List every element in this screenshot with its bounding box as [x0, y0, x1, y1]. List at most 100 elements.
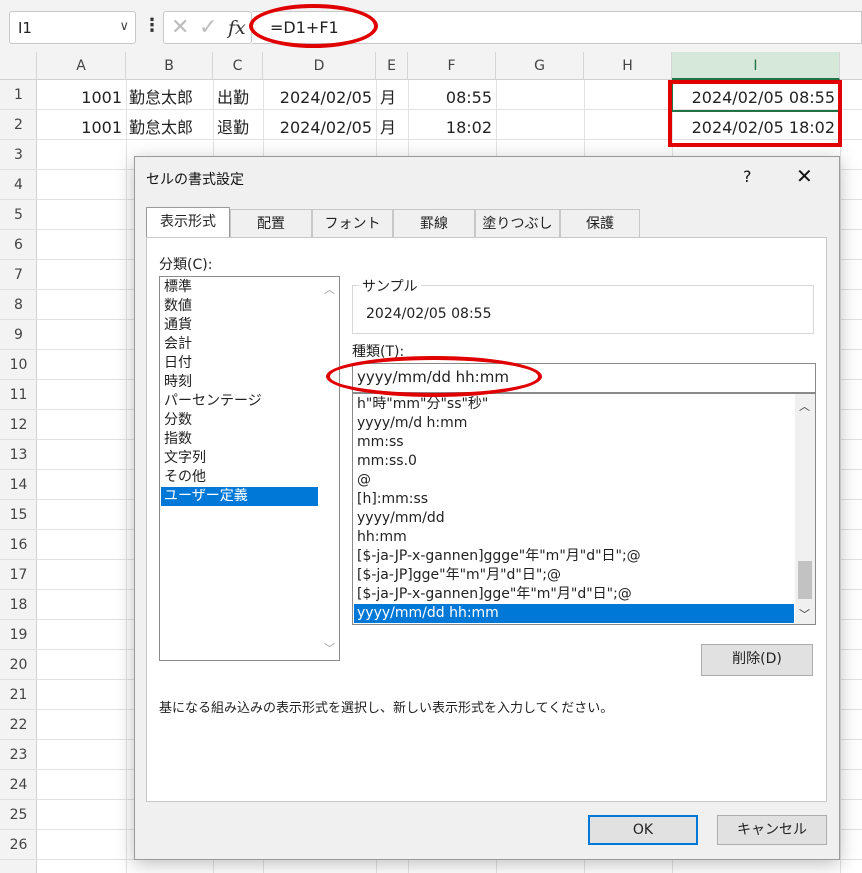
- row-header-20[interactable]: 20: [0, 650, 37, 680]
- name-box[interactable]: I1 ∨: [9, 11, 136, 44]
- row-header-22[interactable]: 22: [0, 710, 37, 740]
- format-item[interactable]: hh:mm: [357, 528, 407, 547]
- category-item[interactable]: 会計: [164, 335, 192, 354]
- row-header-25[interactable]: 25: [0, 800, 37, 830]
- row-header-4[interactable]: 4: [0, 170, 37, 200]
- row-header-1[interactable]: 1: [0, 80, 37, 110]
- row-header-9[interactable]: 9: [0, 320, 37, 350]
- cell-a1[interactable]: 1001: [37, 83, 122, 113]
- format-item[interactable]: mm:ss.0: [357, 452, 417, 471]
- format-item-selected[interactable]: yyyy/mm/dd hh:mm: [354, 604, 794, 623]
- category-item[interactable]: 指数: [164, 430, 192, 449]
- cell-d2[interactable]: 2024/02/05: [263, 113, 372, 143]
- format-item[interactable]: [$-ja-JP]gge"年"m"月"d"日";@: [357, 566, 561, 585]
- category-item-selected[interactable]: ユーザー定義: [161, 487, 318, 506]
- category-scrollbar[interactable]: ︿ ﹀: [321, 277, 339, 660]
- check-icon[interactable]: ✓: [199, 15, 217, 40]
- category-item[interactable]: 日付: [164, 354, 192, 373]
- format-item[interactable]: yyyy/m/d h:mm: [357, 414, 467, 433]
- category-item[interactable]: パーセンテージ: [164, 392, 262, 411]
- row-header-14[interactable]: 14: [0, 470, 37, 500]
- format-item[interactable]: h"時"mm"分"ss"秒": [357, 395, 488, 414]
- cell-b2[interactable]: 勤怠太郎: [129, 113, 193, 143]
- row-header-5[interactable]: 5: [0, 200, 37, 230]
- row-header-26[interactable]: 26: [0, 830, 37, 860]
- column-header-d[interactable]: D: [263, 52, 376, 80]
- scroll-up-icon[interactable]: ︿: [799, 398, 810, 414]
- category-item[interactable]: 標準: [164, 278, 192, 297]
- row-header-16[interactable]: 16: [0, 530, 37, 560]
- row-header-6[interactable]: 6: [0, 230, 37, 260]
- ok-button[interactable]: OK: [588, 815, 698, 845]
- row-header-2[interactable]: 2: [0, 110, 37, 140]
- cell-e2[interactable]: 月: [380, 113, 396, 143]
- column-header-i[interactable]: I: [672, 52, 840, 80]
- format-item[interactable]: mm:ss: [357, 433, 404, 452]
- format-scrollbar[interactable]: ︿ ﹀: [795, 394, 815, 624]
- column-header-e[interactable]: E: [376, 52, 408, 80]
- scroll-down-icon[interactable]: ﹀: [799, 606, 810, 622]
- format-item[interactable]: @: [357, 471, 371, 490]
- more-options-icon[interactable]: ⋮: [143, 14, 161, 38]
- row-header-13[interactable]: 13: [0, 440, 37, 470]
- category-list[interactable]: 標準 数値 通貨 会計 日付 時刻 パーセンテージ 分数 指数 文字列 その他 …: [159, 276, 340, 661]
- column-header-b[interactable]: B: [126, 52, 213, 80]
- row-header-21[interactable]: 21: [0, 680, 37, 710]
- format-item[interactable]: [h]:mm:ss: [357, 490, 428, 509]
- row-header-11[interactable]: 11: [0, 380, 37, 410]
- number-format-panel: 分類(C): 標準 数値 通貨 会計 日付 時刻 パーセンテージ 分数 指数 文…: [146, 237, 827, 802]
- row-header-10[interactable]: 10: [0, 350, 37, 380]
- tab-border[interactable]: 罫線: [393, 209, 475, 237]
- row-header-23[interactable]: 23: [0, 740, 37, 770]
- category-item[interactable]: その他: [164, 468, 206, 487]
- tab-alignment[interactable]: 配置: [230, 209, 312, 237]
- scroll-down-icon[interactable]: ﹀: [324, 640, 335, 656]
- column-header-f[interactable]: F: [408, 52, 496, 80]
- cell-e1[interactable]: 月: [380, 83, 396, 113]
- column-header-h[interactable]: H: [584, 52, 672, 80]
- category-item[interactable]: 時刻: [164, 373, 192, 392]
- row-header-3[interactable]: 3: [0, 140, 37, 170]
- delete-button[interactable]: 削除(D): [701, 644, 813, 676]
- row-header-12[interactable]: 12: [0, 410, 37, 440]
- cell-f2[interactable]: 18:02: [408, 113, 492, 143]
- annotation-formula-circle: [249, 4, 378, 48]
- row-header-8[interactable]: 8: [0, 290, 37, 320]
- close-icon[interactable]: ✕: [796, 164, 813, 188]
- cell-d1[interactable]: 2024/02/05: [263, 83, 372, 113]
- scrollbar-thumb[interactable]: [798, 561, 812, 599]
- cell-f1[interactable]: 08:55: [408, 83, 492, 113]
- row-header-15[interactable]: 15: [0, 500, 37, 530]
- column-header-a[interactable]: A: [37, 52, 126, 80]
- scroll-up-icon[interactable]: ︿: [324, 281, 335, 297]
- format-item[interactable]: [$-ja-JP-x-gannen]ggge"年"m"月"d"日";@: [357, 547, 641, 566]
- insert-function-icon[interactable]: fx: [228, 17, 246, 39]
- chevron-down-icon[interactable]: ∨: [119, 19, 129, 34]
- cell-a2[interactable]: 1001: [37, 113, 122, 143]
- tab-protection[interactable]: 保護: [560, 209, 640, 237]
- format-list[interactable]: h"時"mm"分"ss"秒" yyyy/m/d h:mm mm:ss mm:ss…: [352, 393, 816, 625]
- cell-b1[interactable]: 勤怠太郎: [129, 83, 193, 113]
- row-header-18[interactable]: 18: [0, 590, 37, 620]
- select-all-corner[interactable]: [0, 52, 37, 80]
- tab-font[interactable]: フォント: [312, 209, 393, 237]
- row-header-19[interactable]: 19: [0, 620, 37, 650]
- format-item[interactable]: [$-ja-JP-x-gannen]gge"年"m"月"d"日";@: [357, 585, 632, 604]
- category-item[interactable]: 通貨: [164, 316, 192, 335]
- row-header-24[interactable]: 24: [0, 770, 37, 800]
- category-item[interactable]: 文字列: [164, 449, 206, 468]
- cancel-button[interactable]: キャンセル: [717, 815, 827, 845]
- cancel-icon[interactable]: ✕: [171, 15, 189, 40]
- cell-c1[interactable]: 出勤: [217, 83, 249, 113]
- format-item[interactable]: yyyy/mm/dd: [357, 509, 445, 528]
- tab-number[interactable]: 表示形式: [146, 207, 230, 237]
- row-header-7[interactable]: 7: [0, 260, 37, 290]
- help-icon[interactable]: ?: [743, 167, 752, 186]
- row-header-17[interactable]: 17: [0, 560, 37, 590]
- column-header-c[interactable]: C: [213, 52, 263, 80]
- column-header-g[interactable]: G: [496, 52, 584, 80]
- category-item[interactable]: 数値: [164, 297, 192, 316]
- category-item[interactable]: 分数: [164, 411, 192, 430]
- cell-c2[interactable]: 退勤: [217, 113, 249, 143]
- tab-fill[interactable]: 塗りつぶし: [475, 209, 560, 237]
